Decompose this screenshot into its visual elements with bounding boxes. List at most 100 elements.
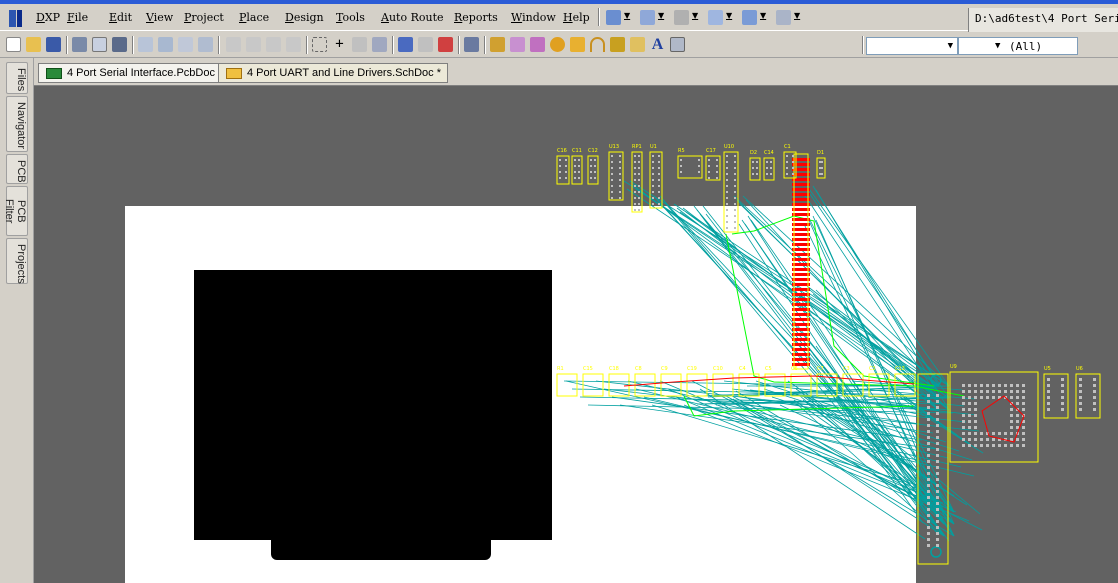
menu-view[interactable]: View — [146, 11, 173, 24]
rubber-stamp-icon[interactable] — [286, 37, 301, 52]
dropdown-arrow-icon[interactable]: ▼ — [692, 11, 698, 20]
redo-icon[interactable] — [418, 37, 433, 52]
ic-pin — [974, 396, 977, 399]
designator-label: C11 — [572, 148, 582, 154]
fill-icon[interactable] — [610, 37, 625, 52]
room-icon[interactable] — [708, 10, 723, 25]
designator-label: C15 — [583, 366, 593, 372]
menu-design[interactable]: Design — [285, 11, 324, 24]
sidebar-tab-navigator[interactable]: Navigator — [6, 96, 28, 152]
interactive-route-icon[interactable] — [490, 37, 505, 52]
designator-label: U1 — [650, 144, 657, 150]
select-area-icon[interactable] — [312, 37, 327, 52]
menu-reports[interactable]: Reports — [454, 11, 498, 24]
component-pin — [658, 179, 660, 181]
zoom-filtered-icon[interactable] — [198, 37, 213, 52]
ic-pin — [1016, 396, 1019, 399]
menu-help[interactable]: Help — [563, 11, 590, 24]
component-pin — [611, 155, 613, 157]
component-pin — [734, 161, 736, 163]
layer-filter-select[interactable]: ▼ — [866, 37, 958, 55]
undo-icon[interactable] — [398, 37, 413, 52]
net-filter-select[interactable]: ▼ (All) — [958, 37, 1078, 55]
dropdown-arrow-icon[interactable]: ▼ — [726, 11, 732, 20]
connector-pin — [936, 454, 939, 457]
sidebar-tab-pcb[interactable]: PCB — [6, 154, 28, 184]
separator — [862, 36, 864, 54]
connector-pin — [936, 544, 939, 547]
ic-pin — [1079, 396, 1082, 399]
print-preview-icon[interactable] — [92, 37, 107, 52]
diff-pair-route-icon[interactable] — [510, 37, 525, 52]
component-outline — [631, 151, 643, 213]
sheet-icon[interactable] — [606, 10, 621, 25]
sidebar-tab-files[interactable]: Files — [6, 62, 28, 94]
ic-pin — [968, 426, 971, 429]
designator-label: C13 — [895, 366, 905, 372]
menu-tools[interactable]: Tools — [336, 11, 365, 24]
ic-pin — [1079, 402, 1082, 405]
save-icon[interactable] — [46, 37, 61, 52]
sidebar-tab-projects[interactable]: Projects — [6, 238, 28, 284]
connector-pin — [936, 514, 939, 517]
component-pin — [638, 179, 640, 181]
component-pin — [658, 197, 660, 199]
cross-probe-icon[interactable] — [438, 37, 453, 52]
menu-file[interactable]: File — [67, 11, 88, 24]
tab-pcb-document[interactable]: 4 Port Serial Interface.PcbDoc * — [38, 63, 230, 83]
ic-pin — [962, 432, 965, 435]
print-icon[interactable] — [72, 37, 87, 52]
component-icon[interactable] — [670, 37, 685, 52]
copy-icon[interactable] — [246, 37, 261, 52]
connector-pad — [792, 193, 810, 196]
connector-pad — [792, 163, 810, 166]
browse-components-icon[interactable] — [464, 37, 479, 52]
dropdown-arrow-icon[interactable]: ▼ — [624, 11, 630, 20]
ic-pin — [1093, 402, 1096, 405]
dxp-logo-icon[interactable] — [9, 10, 33, 27]
menu-window[interactable]: Window — [511, 11, 556, 24]
via-icon[interactable] — [550, 37, 565, 52]
ic-pin — [968, 384, 971, 387]
pcb-editor-canvas[interactable]: C16 C11 C12 U13 RP1 U1 R5 C17 U10 D2 C14 C1 D1 R1 C15 C… — [34, 86, 1118, 583]
dropdown-arrow-icon[interactable]: ▼ — [794, 11, 800, 20]
connector-pin — [936, 466, 939, 469]
deselect-icon[interactable] — [352, 37, 367, 52]
new-icon[interactable] — [6, 37, 21, 52]
menu-dxp[interactable]: DXP — [36, 11, 60, 24]
menu-project[interactable]: Project — [184, 11, 224, 24]
zoom-fit-icon[interactable] — [138, 37, 153, 52]
device-icon[interactable] — [112, 37, 127, 52]
pad-icon[interactable] — [570, 37, 585, 52]
arc-icon[interactable] — [590, 37, 605, 52]
dropdown-arrow-icon[interactable]: ▼ — [760, 11, 766, 20]
connector-pin — [927, 490, 930, 493]
paste-icon[interactable] — [266, 37, 281, 52]
align-icon[interactable] — [640, 10, 655, 25]
grid-icon[interactable] — [776, 10, 791, 25]
ic-pin — [974, 408, 977, 411]
zoom-area-icon[interactable] — [158, 37, 173, 52]
clear-filter-icon[interactable] — [372, 37, 387, 52]
find-icon[interactable] — [674, 10, 689, 25]
ic-pin — [1047, 402, 1050, 405]
menu-place[interactable]: Place — [239, 11, 269, 24]
zoom-selected-icon[interactable] — [178, 37, 193, 52]
tab-schematic-document[interactable]: 4 Port UART and Line Drivers.SchDoc * — [218, 63, 449, 83]
multi-route-icon[interactable] — [530, 37, 545, 52]
string-icon[interactable]: A — [650, 37, 665, 53]
menu-edit[interactable]: Edit — [109, 11, 132, 24]
dropdown-arrow-icon[interactable]: ▼ — [658, 11, 664, 20]
cut-icon[interactable] — [226, 37, 241, 52]
polygon-icon[interactable] — [630, 37, 645, 52]
designator-label: C14 — [764, 150, 774, 156]
menu-auto-route[interactable]: Auto Route — [381, 11, 444, 24]
designator-label: R1 — [557, 366, 564, 372]
open-icon[interactable] — [26, 37, 41, 52]
ic-pin — [1061, 408, 1064, 411]
connector-pin — [936, 538, 939, 541]
component-pin — [652, 161, 654, 163]
sidebar-tab-pcb-filter[interactable]: PCB Filter — [3, 186, 28, 236]
interactive-icon[interactable] — [742, 10, 757, 25]
move-icon[interactable]: + — [332, 37, 347, 52]
